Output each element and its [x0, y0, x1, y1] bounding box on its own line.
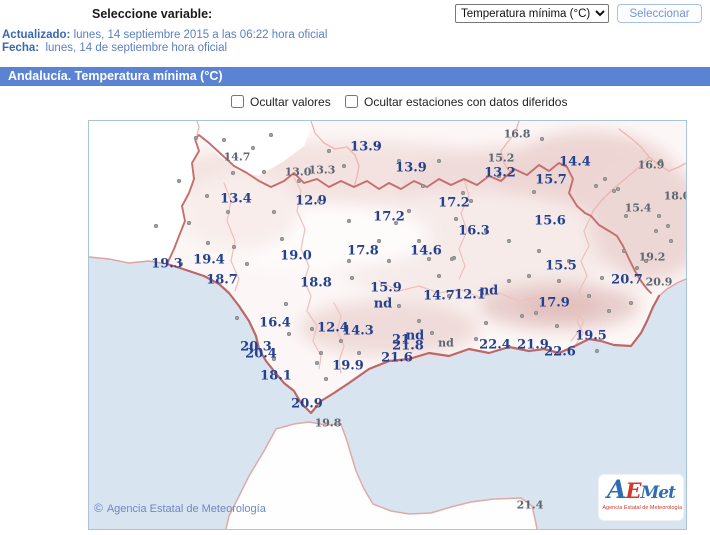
- select-variable-label: Seleccione variable:: [92, 7, 212, 21]
- temperature-value: 19.2: [639, 251, 666, 264]
- hide-values-checkbox[interactable]: [231, 95, 244, 108]
- temperature-value: 15.5: [545, 259, 577, 274]
- temperature-value: 13.3: [309, 164, 336, 177]
- temperature-value: 13.9: [395, 161, 427, 176]
- temperature-value: 13.9: [350, 140, 382, 155]
- temperature-value: 14.7: [423, 289, 455, 304]
- map-labels-layer: 14.7 13.013.3 16.8 15.2 16.9 18.0 15.4 19.2 20.9…: [89, 121, 686, 529]
- temperature-value: 15.7: [535, 173, 567, 188]
- section-header-bar: Andalucía. Temperatura mínima (°C): [0, 67, 710, 86]
- temperature-value: 19.0: [280, 249, 312, 264]
- hide-deferred-checkbox[interactable]: [345, 95, 358, 108]
- copyright-text: Agencia Estatal de Meteorología: [107, 503, 266, 515]
- copyright-icon: ©: [94, 501, 103, 515]
- temperature-value: 15.2: [488, 152, 515, 165]
- page-title: Andalucía. Temperatura mínima (°C): [0, 67, 710, 83]
- temperature-value: 12.9: [295, 194, 327, 209]
- temperature-value: 19.8: [315, 417, 342, 430]
- logo-letter-e: E: [625, 478, 640, 503]
- aemet-logo-caption: Agencia Estatal de Meteorología: [602, 505, 679, 511]
- temperature-value: 15.9: [370, 281, 402, 296]
- updated-value: lunes, 14 septiembre 2015 a las 06:22 ho…: [74, 29, 328, 41]
- temperature-value: 17.8: [347, 244, 379, 259]
- temperature-value: 22.4: [479, 338, 511, 353]
- map-options: Ocultar valores Ocultar estaciones con d…: [0, 95, 710, 113]
- logo-letter-a: A: [607, 475, 625, 504]
- temperature-value: 20.9: [646, 276, 673, 289]
- logo-letters-met: Met: [640, 483, 675, 503]
- date-value: lunes, 14 de septiembre hora oficial: [45, 42, 227, 54]
- temperature-value: 16.4: [259, 316, 291, 331]
- temperature-value: 17.2: [438, 196, 470, 211]
- temperature-value: 13.2: [484, 166, 516, 181]
- temperature-value: nd: [438, 337, 454, 350]
- hide-deferred-label[interactable]: Ocultar estaciones con datos diferidos: [364, 95, 567, 109]
- date-line: Fecha: lunes, 14 de septiembre hora ofic…: [2, 42, 227, 54]
- temperature-value: 19.4: [193, 253, 225, 268]
- updated-line: Actualizado: lunes, 14 septiembre 2015 a…: [2, 29, 327, 41]
- temperature-value: 14.3: [342, 324, 374, 339]
- temperature-value: 21.6: [381, 351, 413, 366]
- copyright-credit: © Agencia Estatal de Meteorología: [94, 501, 266, 515]
- temperature-value: 15.6: [534, 214, 566, 229]
- temperature-value: 15.4: [625, 202, 652, 215]
- temperature-value: 19.3: [151, 257, 183, 272]
- temperature-value: 16.9: [638, 159, 665, 172]
- updated-label: Actualizado:: [2, 29, 70, 41]
- temperature-value: 19.5: [575, 329, 607, 344]
- temperature-value: 13.4: [220, 192, 252, 207]
- seleccionar-button[interactable]: Seleccionar: [617, 4, 702, 23]
- temperature-value: 18.0: [664, 190, 687, 203]
- temperature-value: 18.1: [260, 369, 292, 384]
- temperature-value: 20.7: [611, 273, 643, 288]
- temperature-value: 18.7: [206, 273, 238, 288]
- temperature-map[interactable]: 14.7 13.013.3 16.8 15.2 16.9 18.0 15.4 19.2 20.9…: [88, 120, 687, 530]
- variable-dropdown[interactable]: Temperatura mínima (°C): [455, 4, 609, 23]
- temperature-value: 21.4: [517, 499, 544, 512]
- temperature-value: 13.0: [285, 166, 312, 179]
- temperature-value: 16.3: [458, 224, 490, 239]
- temperature-value: 14.4: [559, 155, 591, 170]
- temperature-value: nd: [374, 297, 393, 312]
- temperature-value: 22.6: [544, 345, 576, 360]
- temperature-value: 14.7: [224, 151, 251, 164]
- temperature-value: 20.4: [245, 347, 277, 362]
- temperature-value: 16.8: [504, 128, 531, 141]
- temperature-value: nd: [480, 284, 499, 299]
- temperature-value: 19.9: [332, 359, 364, 374]
- aemet-logo-text: AEMet: [599, 475, 683, 505]
- temperature-value: 17.9: [538, 296, 570, 311]
- date-label: Fecha:: [2, 42, 39, 54]
- hide-values-label[interactable]: Ocultar valores: [250, 95, 331, 109]
- temperature-value: 17.2: [373, 210, 405, 225]
- temperature-value: 14.6: [410, 244, 442, 259]
- temperature-value: 18.8: [300, 276, 332, 291]
- aemet-logo: AEMet Agencia Estatal de Meteorología: [599, 475, 683, 520]
- temperature-value: 20.9: [291, 397, 323, 412]
